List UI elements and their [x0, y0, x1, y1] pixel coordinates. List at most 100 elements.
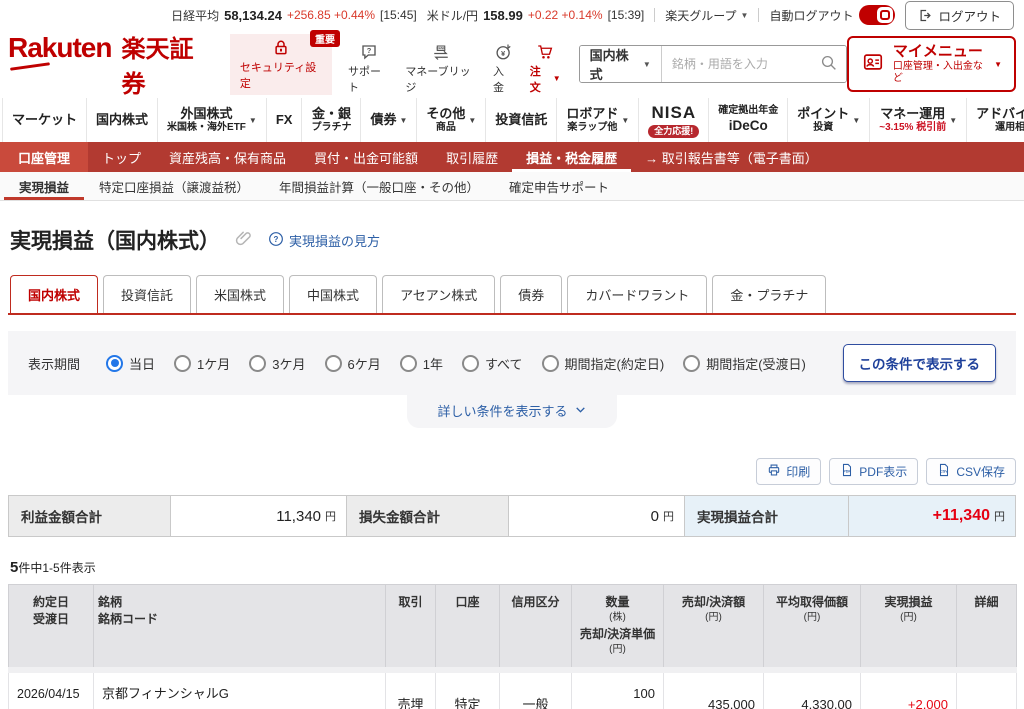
cell-account: 特定 [436, 670, 500, 709]
global-nav-item[interactable]: マネー運用 ~3.15% 税引前 ▼ [869, 98, 966, 142]
account-nav-item[interactable]: トップ [88, 142, 155, 172]
category-tab-label: 投資信託 [121, 288, 173, 303]
cell-symbol[interactable]: 京都フィナンシャルG5844 [94, 670, 386, 709]
realized-total-value: +11,340円 [849, 496, 1015, 536]
category-tab[interactable]: 投資信託 [103, 275, 191, 313]
chevron-down-icon: ▼ [643, 60, 651, 69]
logout-icon [918, 8, 933, 23]
rakuten-securities-logo[interactable]: Rakuten 楽天証券 [8, 29, 208, 99]
mymenu-sublabel: 口座管理・入出金など [893, 61, 986, 85]
bank-transfer-icon: BANK [429, 43, 453, 61]
paperclip-icon[interactable] [234, 228, 254, 253]
cell-detail[interactable] [957, 670, 1017, 709]
account-nav-label: → 取引報告書等（電子書面） [645, 148, 818, 167]
category-tab[interactable]: 中国株式 [289, 275, 377, 313]
global-nav-item[interactable]: 確定拠出年金 iDeCo [708, 98, 787, 142]
account-nav-item[interactable]: 損益・税金履歴 [512, 142, 631, 172]
account-nav-bar: 口座管理 トップ 資産残高・保有商品 買付・出金可能額 取引履歴 損益・税金履歴… [0, 142, 1024, 172]
category-tab[interactable]: 債券 [500, 275, 562, 313]
deposit-label: 入金 [493, 63, 514, 95]
pdf-file-icon: PDF [840, 463, 854, 480]
period-radio-option[interactable]: すべて [462, 354, 523, 373]
global-nav-item[interactable]: FX [266, 98, 302, 142]
category-tab[interactable]: 国内株式 [10, 275, 98, 313]
category-tab-label: カバードワラント [585, 288, 689, 303]
account-nav-item[interactable]: 買付・出金可能額 [300, 142, 432, 172]
global-nav-item[interactable]: 投資信託 [485, 98, 556, 142]
pdf-view-button[interactable]: PDF PDF表示 [829, 458, 918, 485]
subtab-label: 年間損益計算（一般口座・その他） [279, 177, 479, 196]
subtab[interactable]: 特定口座損益（譲渡益税） [84, 172, 264, 200]
col-account: 口座 [436, 585, 500, 670]
logout-button[interactable]: ログアウト [905, 1, 1014, 30]
period-radio-option[interactable]: 6ケ月 [325, 354, 381, 373]
nav-item-label: 確定拠出年金 [718, 105, 778, 118]
csv-save-label: CSV保存 [956, 463, 1005, 480]
loss-total-label: 損失金額合計 [347, 496, 509, 536]
realized-total-label: 実現損益合計 [685, 496, 849, 536]
global-nav-item[interactable]: アドバイザー 運用相談 ▼ [966, 98, 1024, 142]
chevron-down-icon: ▼ [994, 60, 1002, 69]
category-tab[interactable]: カバードワラント [567, 275, 707, 313]
subtab[interactable]: 実現損益 [4, 172, 84, 200]
cell-dates: 2026/04/152026/04/17 [9, 670, 94, 709]
security-settings-link[interactable]: 重要 セキュリティ設定 [230, 34, 332, 95]
col-trade: 取引 [386, 585, 436, 670]
account-nav-item[interactable]: 口座管理 [0, 142, 88, 172]
search-button[interactable] [812, 46, 846, 82]
account-nav-item[interactable]: → 取引報告書等（電子書面） [631, 142, 832, 172]
global-nav-item[interactable]: マーケット [2, 98, 86, 142]
period-radio-option[interactable]: 期間指定(約定日) [542, 354, 665, 373]
chevron-down-icon: ▼ [741, 11, 749, 20]
period-radio-label: 当日 [129, 354, 155, 373]
period-radio-option[interactable]: 当日 [106, 354, 155, 373]
global-nav-item[interactable]: NISA 全力応援! [638, 98, 708, 142]
period-radio-option[interactable]: 1年 [400, 354, 443, 373]
usdjpy-time: [15:39] [608, 8, 645, 22]
global-nav-item[interactable]: 国内株式 [86, 98, 157, 142]
global-nav-item[interactable]: ポイント 投資 ▼ [787, 98, 869, 142]
mymenu-button[interactable]: マイメニュー 口座管理・入出金など ▼ [847, 36, 1016, 92]
support-link[interactable]: ? サポート [348, 43, 389, 95]
printer-icon [767, 463, 781, 480]
yen-coin-icon: ¥ [494, 43, 513, 61]
result-count: 5件中1-5件表示 [10, 559, 1014, 576]
deposit-link[interactable]: ¥ 入金 [493, 43, 514, 95]
svg-text:?: ? [274, 235, 279, 244]
table-header-row: 約定日受渡日 銘柄銘柄コード 取引 口座 信用区分 数量(株)売却/決済単価(円… [9, 585, 1017, 670]
moneybridge-link[interactable]: BANK マネーブリッジ [405, 43, 477, 95]
global-nav-item[interactable]: 金・銀 プラチナ [301, 98, 360, 142]
category-tab[interactable]: 金・プラチナ [712, 275, 826, 313]
chevron-down-icon: ▼ [249, 116, 257, 125]
period-radio-option[interactable]: 3ケ月 [249, 354, 305, 373]
help-link[interactable]: ? 実現損益の見方 [268, 231, 380, 250]
account-nav-item[interactable]: 資産残高・保有商品 [155, 142, 300, 172]
apply-filter-button[interactable]: この条件で表示する [843, 344, 997, 382]
search-input[interactable] [662, 46, 812, 82]
global-nav-item[interactable]: ロボアド 楽ラップ他 ▼ [556, 98, 638, 142]
account-nav-item[interactable]: 取引履歴 [432, 142, 512, 172]
nikkei-quote: 日経平均 58,134.24 +256.85 +0.44% [15:45] [171, 7, 417, 24]
period-radio-option[interactable]: 1ケ月 [174, 354, 230, 373]
subtab[interactable]: 確定申告サポート [494, 172, 624, 200]
account-nav-label: 口座管理 [18, 148, 70, 167]
rakuten-group-menu[interactable]: 楽天グループ ▼ [665, 7, 748, 24]
global-nav-item[interactable]: 債券 ▼ [360, 98, 416, 142]
site-header: Rakuten 楽天証券 重要 セキュリティ設定 ? サポート BANK マネー… [0, 30, 1024, 98]
order-link[interactable]: 注文▼ [530, 43, 561, 95]
table-row: 2026/04/152026/04/17 京都フィナンシャルG5844 売埋 特… [9, 670, 1017, 709]
order-label: 注文 [530, 63, 550, 95]
auto-logout-toggle[interactable] [859, 5, 895, 25]
subtab[interactable]: 年間損益計算（一般口座・その他） [264, 172, 494, 200]
nav-item-badge: 全力応援! [648, 125, 699, 138]
show-detailed-conditions-toggle[interactable]: 詳しい条件を表示する [407, 395, 617, 428]
global-nav-item[interactable]: その他 商品 ▼ [416, 98, 485, 142]
csv-save-button[interactable]: CSV CSV保存 [926, 458, 1016, 485]
search-category-select[interactable]: 国内株式 ▼ [580, 46, 662, 82]
global-nav-item[interactable]: 外国株式 米国株・海外ETF ▼ [157, 98, 266, 142]
category-tab[interactable]: 米国株式 [196, 275, 284, 313]
nav-item-label: ポイント [797, 106, 849, 122]
period-radio-option[interactable]: 期間指定(受渡日) [683, 354, 806, 373]
print-button[interactable]: 印刷 [756, 458, 821, 485]
category-tab[interactable]: アセアン株式 [382, 275, 495, 313]
